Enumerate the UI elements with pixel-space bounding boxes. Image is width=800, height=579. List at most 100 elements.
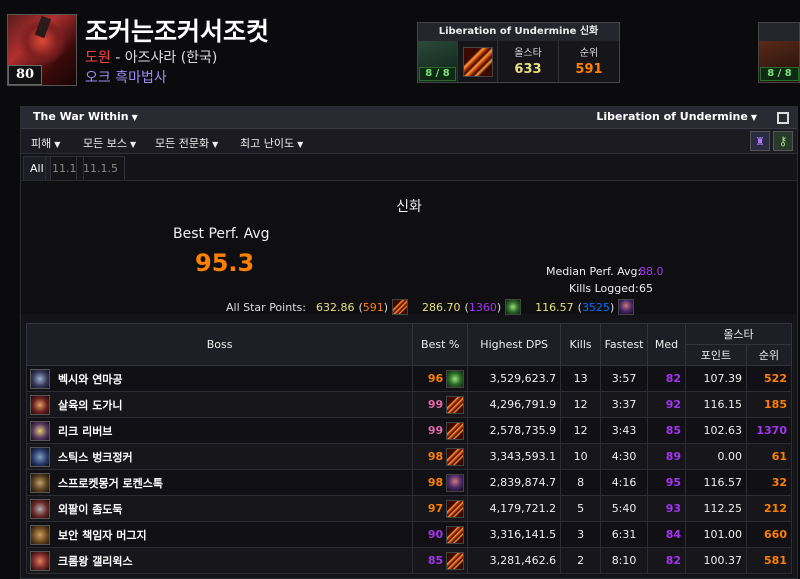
all-star-label: All Star Points: bbox=[226, 300, 306, 314]
best-cell[interactable]: 96 bbox=[412, 365, 469, 392]
allstar-rank[interactable]: 212 bbox=[745, 495, 793, 522]
rank-stat: 순위 591 bbox=[575, 48, 603, 77]
table-row[interactable]: 스틱스 벙크정커 98 3,343,593.1 10 4:30 89 0.00 61 bbox=[25, 443, 793, 470]
best-cell[interactable]: 97 bbox=[412, 495, 469, 522]
col-kills[interactable]: Kills bbox=[560, 323, 602, 366]
boss-name[interactable]: 보안 책임자 머그지 bbox=[58, 527, 147, 543]
col-best[interactable]: Best % bbox=[412, 323, 469, 366]
fastest[interactable]: 4:30 bbox=[600, 443, 649, 470]
best-percent[interactable]: 97 bbox=[428, 502, 443, 515]
boss-cell[interactable]: 살육의 도가니 bbox=[25, 391, 414, 418]
fastest[interactable]: 8:10 bbox=[600, 547, 649, 574]
table-row[interactable]: 리크 리버브 99 2,578,735.9 12 3:43 85 102.63 1370 bbox=[25, 417, 793, 444]
raid-kills-count: 8 / 8 bbox=[419, 67, 456, 81]
best-percent[interactable]: 98 bbox=[428, 450, 443, 463]
tab-11-1-5[interactable]: 11.1.5 bbox=[76, 156, 125, 180]
highest-dps[interactable]: 3,316,141.5 bbox=[467, 521, 562, 548]
allstar-rank[interactable]: 581 bbox=[745, 547, 793, 574]
boss-cell[interactable]: 벡시와 연마공 bbox=[25, 365, 414, 392]
col-boss[interactable]: Boss bbox=[25, 323, 414, 366]
raid-summary-box-2[interactable]: 8 / 8 bbox=[758, 22, 800, 83]
boss-name[interactable]: 스틱스 벙크정커 bbox=[58, 449, 133, 465]
allstar-rank[interactable]: 61 bbox=[745, 443, 793, 470]
boss-table: Boss Best % Highest DPS Kills Fastest Me… bbox=[25, 323, 793, 574]
difficulty-filter[interactable]: 최고 난이도 ▼ bbox=[240, 135, 303, 151]
guild-link[interactable]: 도원 bbox=[85, 50, 111, 66]
allstar-rank[interactable]: 32 bbox=[745, 469, 793, 496]
fastest[interactable]: 5:40 bbox=[600, 495, 649, 522]
best-percent[interactable]: 90 bbox=[428, 528, 443, 541]
highest-dps[interactable]: 2,578,735.9 bbox=[467, 417, 562, 444]
highest-dps[interactable]: 2,839,874.7 bbox=[467, 469, 562, 496]
rankings-panel: The War Within ▼ Liberation of Undermine ▼… bbox=[20, 106, 798, 579]
boss-cell[interactable]: 보안 책임자 머그지 bbox=[25, 521, 414, 548]
allstar-points: 101.00 bbox=[685, 521, 747, 548]
highest-dps[interactable]: 3,343,593.1 bbox=[467, 443, 562, 470]
best-cell[interactable]: 85 bbox=[412, 547, 469, 574]
highest-dps[interactable]: 3,529,623.7 bbox=[467, 365, 562, 392]
boss-name[interactable]: 살육의 도가니 bbox=[58, 397, 123, 413]
table-row[interactable]: 살육의 도가니 99 4,296,791.9 12 3:37 92 116.15 185 bbox=[25, 391, 793, 418]
allstar-rank[interactable]: 185 bbox=[745, 391, 793, 418]
boss-cell[interactable]: 크롬왕 갤리윅스 bbox=[25, 547, 414, 574]
realm-text[interactable]: - 아즈샤라 (한국) bbox=[111, 50, 217, 66]
highest-dps[interactable]: 4,296,791.9 bbox=[467, 391, 562, 418]
expansion-dropdown[interactable]: The War Within ▼ bbox=[33, 110, 138, 123]
allstar-rank[interactable]: 522 bbox=[745, 365, 793, 392]
key-icon[interactable]: ⚷ bbox=[773, 131, 793, 151]
table-row[interactable]: 스프로켓몽거 로켄스톡 98 2,839,874.7 8 4:16 95 116.57 32 bbox=[25, 469, 793, 496]
col-med[interactable]: Med bbox=[647, 323, 686, 366]
col-fastest[interactable]: Fastest bbox=[600, 323, 649, 366]
tier-bar: The War Within ▼ Liberation of Undermine ▼ bbox=[21, 107, 797, 129]
table-row[interactable]: 보안 책임자 머그지 90 3,316,141.5 3 6:31 84 101.00 660 bbox=[25, 521, 793, 548]
table-row[interactable]: 벡시와 연마공 96 3,529,623.7 13 3:57 82 107.39 522 bbox=[25, 365, 793, 392]
table-row[interactable]: 크롬왕 갤리윅스 85 3,281,462.6 2 8:10 82 100.37 581 bbox=[25, 547, 793, 574]
fastest[interactable]: 4:16 bbox=[600, 469, 649, 496]
spec-icon bbox=[446, 395, 465, 414]
median: 85 bbox=[647, 417, 686, 444]
best-cell[interactable]: 98 bbox=[412, 443, 469, 470]
median: 82 bbox=[647, 547, 686, 574]
boss-cell[interactable]: 스틱스 벙크정커 bbox=[25, 443, 414, 470]
allstar-rank[interactable]: 1370 bbox=[745, 417, 793, 444]
filter-bar: 피해 ▼ 모든 보스 ▼ 모든 전문화 ▼ 최고 난이도 ▼ ♜ ⚷ bbox=[21, 129, 797, 154]
fastest[interactable]: 3:57 bbox=[600, 365, 649, 392]
boss-name[interactable]: 리크 리버브 bbox=[58, 423, 112, 439]
col-rank[interactable]: 순위 bbox=[745, 344, 793, 366]
boss-cell[interactable]: 외팔이 좀도둑 bbox=[25, 495, 414, 522]
spec-filter[interactable]: 모든 전문화 ▼ bbox=[155, 135, 218, 151]
best-cell[interactable]: 99 bbox=[412, 417, 469, 444]
col-dps[interactable]: Highest DPS bbox=[467, 323, 562, 366]
spec-icon bbox=[446, 551, 465, 570]
highest-dps[interactable]: 3,281,462.6 bbox=[467, 547, 562, 574]
allstar-rank[interactable]: 660 bbox=[745, 521, 793, 548]
boss-name[interactable]: 스프로켓몽거 로켄스톡 bbox=[58, 475, 163, 491]
fastest[interactable]: 3:37 bbox=[600, 391, 649, 418]
best-percent[interactable]: 99 bbox=[428, 424, 443, 437]
fullscreen-icon[interactable] bbox=[777, 112, 789, 124]
best-percent[interactable]: 99 bbox=[428, 398, 443, 411]
best-cell[interactable]: 98 bbox=[412, 469, 469, 496]
boss-filter[interactable]: 모든 보스 ▼ bbox=[83, 135, 136, 151]
boss-portrait-icon bbox=[30, 498, 50, 519]
boss-name[interactable]: 벡시와 연마공 bbox=[58, 371, 123, 387]
best-percent[interactable]: 96 bbox=[428, 372, 443, 385]
allstar-points: 107.39 bbox=[685, 365, 747, 392]
boss-cell[interactable]: 리크 리버브 bbox=[25, 417, 414, 444]
fastest[interactable]: 6:31 bbox=[600, 521, 649, 548]
best-percent[interactable]: 85 bbox=[428, 554, 443, 567]
boss-name[interactable]: 외팔이 좀도둑 bbox=[58, 501, 123, 517]
metric-filter[interactable]: 피해 ▼ bbox=[31, 135, 60, 151]
boss-name[interactable]: 크롬왕 갤리윅스 bbox=[58, 553, 133, 569]
best-cell[interactable]: 90 bbox=[412, 521, 469, 548]
boss-cell[interactable]: 스프로켓몽거 로켄스톡 bbox=[25, 469, 414, 496]
fastest[interactable]: 3:43 bbox=[600, 417, 649, 444]
table-row[interactable]: 외팔이 좀도둑 97 4,179,721.2 5 5:40 93 112.25 212 bbox=[25, 495, 793, 522]
warlock-class-icon[interactable]: ♜ bbox=[750, 131, 770, 151]
highest-dps[interactable]: 4,179,721.2 bbox=[467, 495, 562, 522]
zone-dropdown[interactable]: Liberation of Undermine ▼ bbox=[596, 110, 757, 123]
raid-summary-box[interactable]: Liberation of Undermine 신화 8 / 8 올스타 633… bbox=[417, 22, 620, 83]
best-cell[interactable]: 99 bbox=[412, 391, 469, 418]
best-percent[interactable]: 98 bbox=[428, 476, 443, 489]
col-points[interactable]: 포인트 bbox=[685, 344, 747, 366]
